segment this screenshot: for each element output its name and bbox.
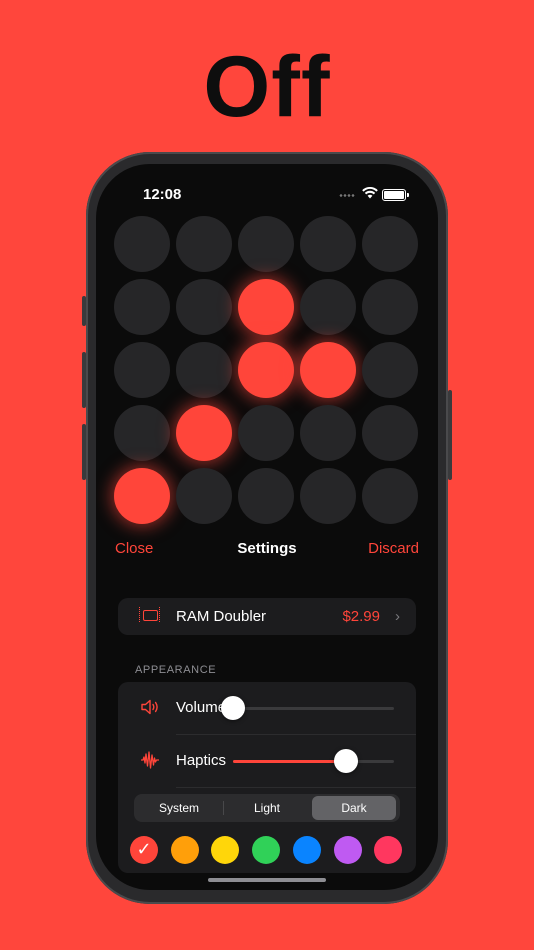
grid-cell-off[interactable]: [362, 216, 418, 272]
purchase-price: $2.99: [342, 608, 380, 625]
grid-cell-off[interactable]: [114, 216, 170, 272]
grid-cell-off[interactable]: [300, 279, 356, 335]
accent-color-picker[interactable]: ✓: [130, 836, 406, 864]
volume-row: Volume: [118, 682, 416, 734]
haptics-slider[interactable]: [233, 749, 394, 773]
wifi-icon: [362, 187, 378, 199]
color-swatch[interactable]: [334, 836, 362, 864]
haptics-row: Haptics: [118, 735, 416, 787]
volume-label: Volume: [176, 699, 227, 716]
discard-button[interactable]: Discard: [368, 540, 419, 557]
theme-option-system[interactable]: System: [135, 794, 223, 822]
grid-cell-off[interactable]: [114, 279, 170, 335]
grid-cell-off[interactable]: [362, 342, 418, 398]
theme-option-dark[interactable]: Dark: [312, 796, 396, 820]
volume-slider[interactable]: [221, 696, 394, 720]
grid-cell-off[interactable]: [176, 279, 232, 335]
grid-cell-off[interactable]: [114, 342, 170, 398]
ram-doubler-purchase-row[interactable]: RAM Doubler $2.99 ›: [118, 598, 416, 635]
grid-cell-on[interactable]: [238, 342, 294, 398]
theme-segmented-control[interactable]: System Light Dark: [134, 794, 400, 822]
color-swatch[interactable]: ✓: [130, 836, 158, 864]
status-bar: 12:08: [96, 186, 438, 206]
grid-cell-off[interactable]: [176, 468, 232, 524]
led-grid[interactable]: [114, 216, 424, 528]
grid-cell-off[interactable]: [176, 216, 232, 272]
grid-cell-on[interactable]: [176, 405, 232, 461]
grid-cell-off[interactable]: [238, 216, 294, 272]
grid-cell-off[interactable]: [176, 342, 232, 398]
grid-cell-on[interactable]: [238, 279, 294, 335]
headline-title: Off: [203, 39, 331, 135]
row-divider: [176, 787, 416, 788]
checkmark-icon: ✓: [136, 839, 152, 860]
grid-cell-off[interactable]: [238, 405, 294, 461]
segment-separator: [223, 801, 224, 815]
chevron-right-icon: ›: [395, 608, 400, 625]
battery-icon: [382, 189, 409, 201]
signal-icon: [339, 194, 355, 197]
grid-cell-off[interactable]: [300, 216, 356, 272]
grid-cell-on[interactable]: [114, 468, 170, 524]
status-time: 12:08: [143, 186, 182, 203]
color-swatch[interactable]: [171, 836, 199, 864]
haptics-slider-fill: [233, 760, 346, 763]
haptics-slider-thumb[interactable]: [333, 749, 358, 773]
color-swatch[interactable]: [293, 836, 321, 864]
color-swatch[interactable]: [252, 836, 280, 864]
grid-cell-off[interactable]: [300, 468, 356, 524]
grid-cell-off[interactable]: [362, 405, 418, 461]
app-screen: 12:08 Close Settings Discard RAM Doubler…: [96, 164, 438, 890]
grid-cell-off[interactable]: [238, 468, 294, 524]
theme-option-light[interactable]: Light: [223, 794, 311, 822]
grid-cell-off[interactable]: [300, 405, 356, 461]
haptics-label: Haptics: [176, 752, 227, 769]
appearance-section-header: APPEARANCE: [135, 664, 217, 676]
home-indicator: [208, 878, 326, 882]
grid-cell-on[interactable]: [300, 342, 356, 398]
appearance-card: Volume Haptics System Light Dark ✓: [118, 682, 416, 873]
grid-cell-off[interactable]: [362, 468, 418, 524]
grid-cell-off[interactable]: [362, 279, 418, 335]
color-swatch[interactable]: [211, 836, 239, 864]
purchase-label: RAM Doubler: [176, 608, 267, 625]
nav-bar: Close Settings Discard: [96, 540, 438, 562]
speaker-icon: [141, 699, 158, 715]
grid-cell-off[interactable]: [114, 405, 170, 461]
color-swatch[interactable]: [374, 836, 402, 864]
waveform-icon: [141, 751, 159, 769]
memory-chip-icon: [139, 607, 160, 622]
volume-slider-thumb[interactable]: [221, 696, 245, 720]
